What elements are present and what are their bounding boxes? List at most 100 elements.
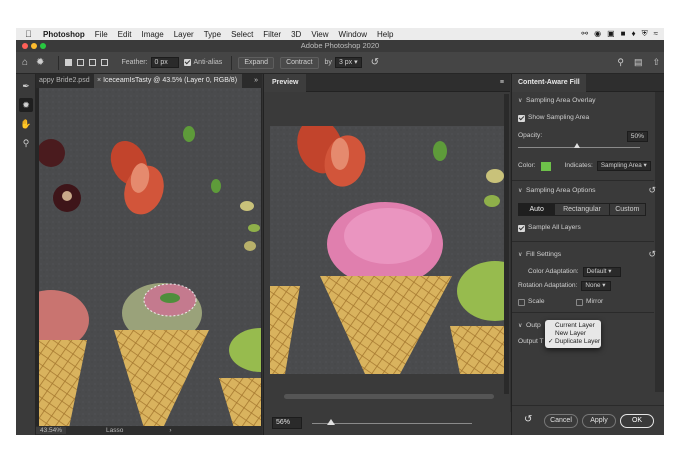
- tab-preview[interactable]: Preview: [264, 74, 307, 92]
- preview-photo: [270, 126, 504, 374]
- document-canvas[interactable]: [39, 88, 261, 428]
- menu-help[interactable]: Help: [377, 30, 393, 39]
- close-tab-icon[interactable]: ×: [97, 77, 101, 84]
- preview-tab-bar: Preview ≡: [264, 74, 510, 92]
- status-icons: ⚯ ◉ ▣ ■ ♦ ⛨ ≈: [581, 29, 658, 39]
- menu-image[interactable]: Image: [141, 30, 163, 39]
- contract-button[interactable]: Contract: [280, 56, 319, 69]
- divider: [512, 180, 654, 181]
- preview-zoom-input[interactable]: 56%: [272, 417, 302, 429]
- menu-app-name[interactable]: Photoshop: [43, 30, 85, 39]
- lasso-tool-icon[interactable]: ✹: [19, 98, 33, 112]
- panel-scrollbar[interactable]: [655, 92, 664, 392]
- preview-canvas[interactable]: [270, 126, 504, 374]
- sample-all-checkbox[interactable]: [518, 224, 525, 232]
- by-amount-select[interactable]: 3 px ▾: [334, 57, 362, 68]
- options-right-icons: ⚲ ▤ ⇧: [617, 57, 660, 68]
- status-arrow-icon[interactable]: ›: [169, 427, 171, 434]
- shield-icon[interactable]: ⛨: [642, 29, 648, 39]
- workspace-icon[interactable]: ▤: [634, 57, 643, 68]
- mode-custom-button[interactable]: Custom: [609, 204, 645, 215]
- antialias-checkbox[interactable]: [183, 59, 191, 66]
- tab-happy-bride[interactable]: appy Bride2.psd: [36, 74, 94, 88]
- sampling-overlay-section: ∨ Sampling Area Overlay: [512, 94, 654, 108]
- menu-file[interactable]: File: [95, 30, 108, 39]
- color-adaptation-select[interactable]: Default ▾: [582, 267, 621, 277]
- preview-horizontal-scrollbar[interactable]: [284, 394, 494, 399]
- hand-tool-icon[interactable]: ✋: [19, 117, 33, 131]
- rotation-adaptation-label: Rotation Adaptation:: [518, 282, 578, 289]
- tab-content-aware-fill[interactable]: Content-Aware Fill: [512, 74, 586, 92]
- bt-icon[interactable]: ▣: [607, 29, 615, 39]
- rotation-adaptation-select[interactable]: None ▾: [581, 281, 612, 291]
- color-row: Color: Indicates: Sampling Area ▾: [518, 160, 651, 172]
- mode-rectangular-button[interactable]: Rectangular: [555, 204, 610, 215]
- menu-window[interactable]: Window: [339, 30, 367, 39]
- new-selection-icon[interactable]: [65, 59, 73, 66]
- mirror-row: Mirror: [576, 296, 603, 308]
- reset-icon[interactable]: ↺: [371, 57, 379, 68]
- menu-edit[interactable]: Edit: [118, 30, 132, 39]
- creative-cloud-icon[interactable]: ⚯: [581, 29, 588, 39]
- indicates-select[interactable]: Sampling Area ▾: [596, 161, 651, 171]
- share-icon[interactable]: ⇧: [652, 57, 660, 68]
- scale-label: Scale: [528, 298, 545, 305]
- adobe-icon[interactable]: ■: [621, 29, 626, 39]
- menu-type[interactable]: Type: [204, 30, 221, 39]
- expand-button[interactable]: Expand: [238, 56, 275, 69]
- apple-menu-icon[interactable]: : [25, 28, 35, 40]
- reset-all-icon[interactable]: ↺: [524, 414, 532, 425]
- by-label: by: [324, 59, 332, 66]
- ok-button[interactable]: OK: [620, 414, 654, 428]
- dropdown-duplicate-layer[interactable]: ✓ Duplicate Layer: [545, 338, 601, 346]
- sampling-options-header[interactable]: ∨ Sampling Area Options: [512, 184, 654, 198]
- brush-tool-icon[interactable]: ✒: [19, 79, 33, 93]
- reset-fill-icon[interactable]: ↺: [648, 249, 656, 260]
- intersect-selection-icon[interactable]: [101, 59, 109, 66]
- menu-filter[interactable]: Filter: [263, 30, 281, 39]
- zoom-tool-icon[interactable]: ⚲: [19, 136, 33, 150]
- scale-checkbox[interactable]: [518, 298, 525, 306]
- menu-select[interactable]: Select: [231, 30, 253, 39]
- show-sampling-checkbox[interactable]: [518, 114, 525, 122]
- mirror-checkbox[interactable]: [576, 298, 583, 306]
- search-icon[interactable]: ⚲: [617, 57, 624, 68]
- add-selection-icon[interactable]: [77, 59, 85, 66]
- opacity-input[interactable]: 50%: [626, 130, 648, 142]
- menu-view[interactable]: View: [311, 30, 328, 39]
- preview-vertical-scrollbar[interactable]: [504, 94, 509, 394]
- wifi-icon[interactable]: ≈: [654, 29, 658, 39]
- panel-menu-icon[interactable]: ≡: [494, 74, 510, 92]
- document-tabs: appy Bride2.psd × IceceamIsTasty @ 43.5% …: [36, 74, 262, 88]
- tab-icecream[interactable]: × IceceamIsTasty @ 43.5% (Layer 0, RGB/8): [94, 74, 242, 88]
- antialias-label: Anti-alias: [193, 59, 223, 66]
- tabs-overflow-icon[interactable]: »: [250, 74, 262, 88]
- document-status-bar: 43.54% Lasso ›: [36, 426, 262, 435]
- overlay-color-swatch[interactable]: [540, 161, 551, 171]
- opacity-slider-thumb[interactable]: [574, 143, 580, 148]
- menu-3d[interactable]: 3D: [291, 30, 301, 39]
- lasso-tool-icon[interactable]: ✹: [36, 57, 44, 68]
- preview-zoom-slider-thumb[interactable]: [327, 419, 336, 425]
- output-to-row: Output T: [518, 336, 544, 348]
- subtract-selection-icon[interactable]: [89, 59, 97, 66]
- mode-auto-button[interactable]: Auto: [519, 204, 556, 215]
- feather-input[interactable]: 0 px: [150, 57, 179, 68]
- cancel-button[interactable]: Cancel: [544, 414, 578, 428]
- reset-sampling-icon[interactable]: ↺: [648, 185, 656, 196]
- menu-layer[interactable]: Layer: [174, 30, 194, 39]
- window-titlebar: Adobe Photoshop 2020: [16, 40, 664, 52]
- fill-settings-header[interactable]: ∨ Fill Settings: [512, 248, 654, 262]
- chevron-down-icon: ∨: [518, 252, 523, 258]
- sampling-overlay-header[interactable]: ∨ Sampling Area Overlay: [512, 94, 654, 108]
- apply-button[interactable]: Apply: [582, 414, 616, 428]
- dropbox-icon[interactable]: ♦: [632, 29, 636, 39]
- home-icon[interactable]: ⌂: [22, 57, 28, 68]
- sampling-mode-segmented: Auto Rectangular Custom: [518, 203, 646, 216]
- eye-icon[interactable]: ◉: [594, 29, 601, 39]
- preview-zoom-slider-track[interactable]: [312, 423, 472, 424]
- dropdown-new-layer[interactable]: New Layer: [545, 330, 601, 338]
- dropdown-current-layer[interactable]: Current Layer: [545, 322, 601, 330]
- zoom-readout[interactable]: 43.54%: [36, 427, 66, 434]
- photoshop-window: Adobe Photoshop 2020 ⌂ ✹ Feather: 0 px A…: [16, 40, 664, 435]
